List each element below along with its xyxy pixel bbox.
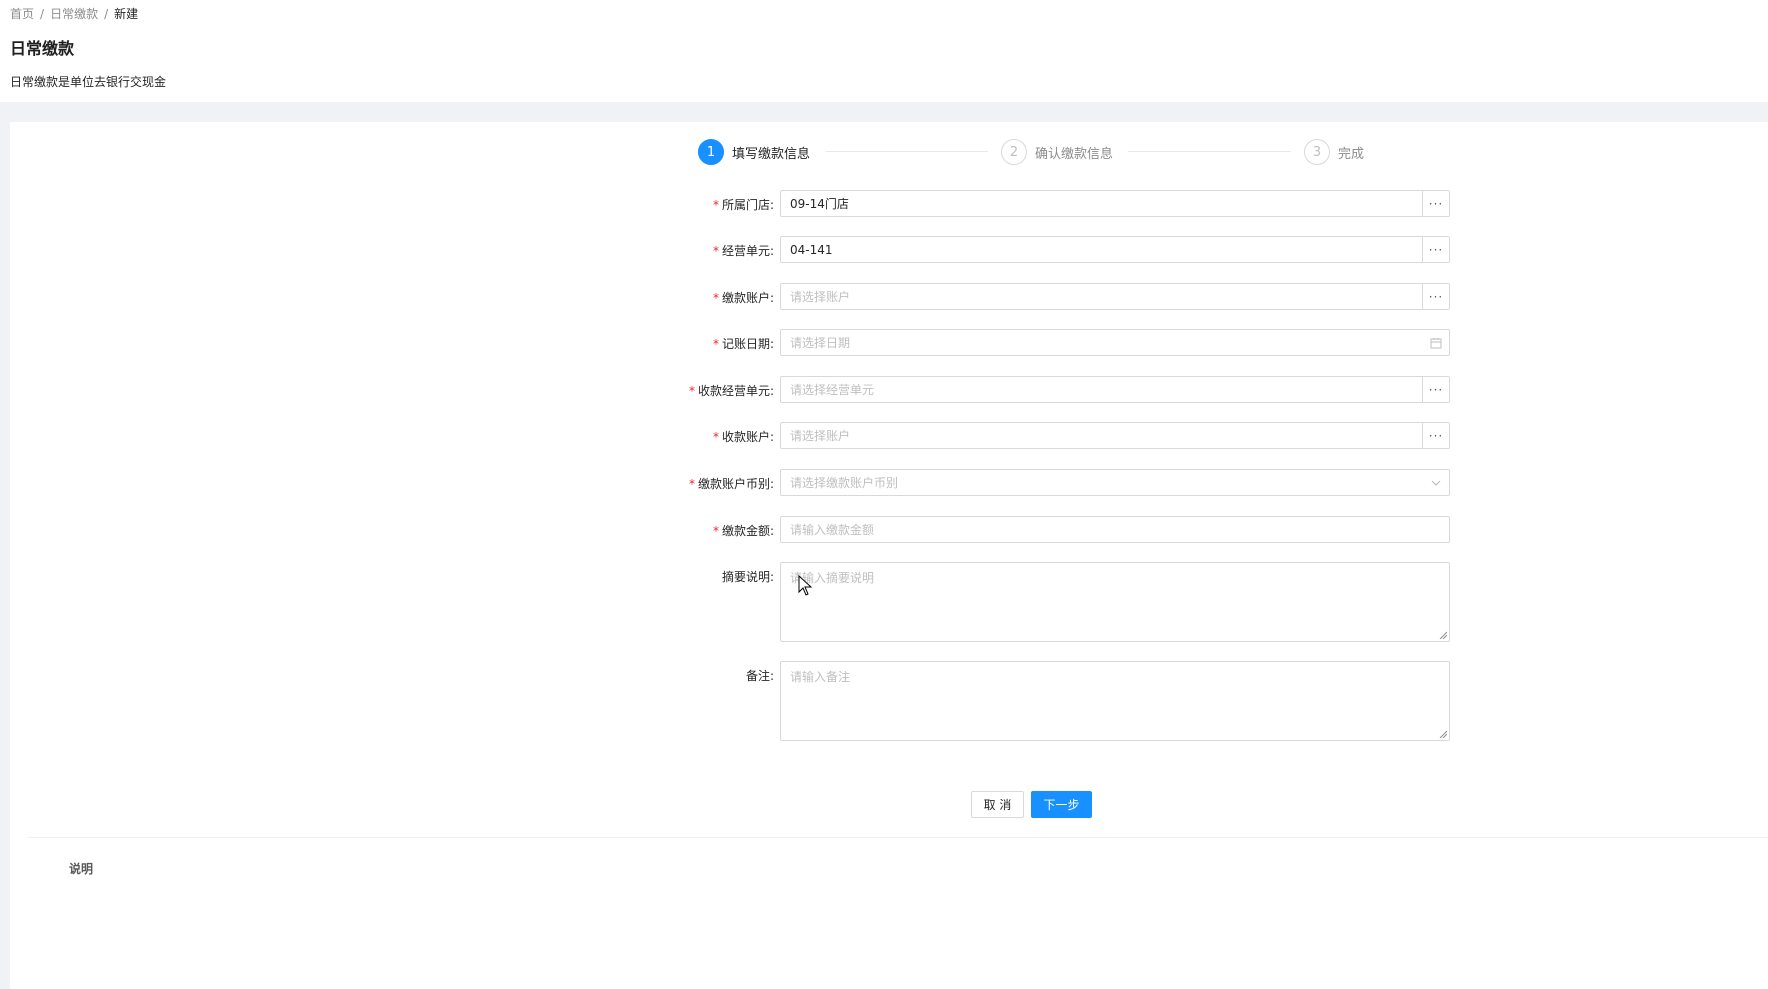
required-mark: * bbox=[688, 384, 695, 398]
currency-label: * 缴款账户币别: bbox=[688, 477, 774, 491]
resize-grip-icon[interactable] bbox=[1439, 730, 1447, 738]
receiving-unit-label: * 收款经营单元: bbox=[688, 384, 774, 398]
payment-account-field[interactable]: 请选择账户 ··· bbox=[780, 283, 1450, 310]
content-gap bbox=[0, 102, 1768, 122]
required-mark: * bbox=[712, 244, 719, 258]
next-step-button[interactable]: 下一步 bbox=[1031, 791, 1092, 818]
page-description: 日常缴款是单位去银行交现金 bbox=[10, 75, 167, 89]
step-3-number: 3 bbox=[1304, 139, 1330, 165]
summary-label: 摘要说明: bbox=[721, 570, 774, 584]
amount-input[interactable]: 请输入缴款金额 bbox=[780, 516, 1450, 543]
posting-date-placeholder: 请选择日期 bbox=[790, 336, 851, 350]
step-3-label: 完成 bbox=[1338, 146, 1365, 162]
store-label: * 所属门店: bbox=[712, 198, 774, 212]
payment-account-select-button[interactable]: ··· bbox=[1422, 284, 1449, 309]
required-mark: * bbox=[712, 430, 719, 444]
business-unit-field[interactable]: 04-141 ··· bbox=[780, 236, 1450, 263]
receiving-unit-select-button[interactable]: ··· bbox=[1422, 377, 1449, 402]
breadcrumb-separator: / bbox=[40, 7, 45, 21]
step-2: 2 确认缴款信息 bbox=[1001, 138, 1113, 166]
step-2-number: 2 bbox=[1001, 139, 1027, 165]
chevron-down-icon[interactable] bbox=[1423, 470, 1449, 495]
required-mark: * bbox=[712, 291, 719, 305]
store-select-button[interactable]: ··· bbox=[1422, 191, 1449, 216]
business-unit-value: 04-141 bbox=[790, 242, 833, 257]
amount-label: * 缴款金额: bbox=[712, 524, 774, 538]
step-2-label: 确认缴款信息 bbox=[1035, 146, 1114, 162]
receiving-account-placeholder: 请选择账户 bbox=[790, 429, 851, 443]
calendar-icon[interactable] bbox=[1423, 330, 1449, 355]
required-mark: * bbox=[688, 477, 695, 491]
breadcrumb-home[interactable]: 首页 bbox=[10, 7, 34, 21]
divider bbox=[28, 837, 1768, 838]
step-3: 3 完成 bbox=[1304, 138, 1364, 166]
business-unit-select-button[interactable]: ··· bbox=[1422, 237, 1449, 262]
page-header: 首页 / 日常缴款 / 新建 日常缴款 日常缴款是单位去银行交现金 bbox=[0, 0, 1768, 102]
required-mark: * bbox=[712, 524, 719, 538]
breadcrumb: 首页 / 日常缴款 / 新建 bbox=[10, 5, 138, 22]
step-connector bbox=[826, 151, 988, 152]
remark-label: 备注: bbox=[745, 669, 774, 683]
breadcrumb-current: 新建 bbox=[114, 7, 139, 21]
store-field[interactable]: 09-14门店 ··· bbox=[780, 190, 1450, 217]
step-1-label: 填写缴款信息 bbox=[732, 146, 811, 162]
receiving-account-select-button[interactable]: ··· bbox=[1422, 423, 1449, 448]
step-1: 1 填写缴款信息 bbox=[698, 138, 810, 166]
payment-account-placeholder: 请选择账户 bbox=[790, 290, 851, 304]
amount-placeholder: 请输入缴款金额 bbox=[790, 523, 875, 537]
section-title-notes: 说明 bbox=[69, 862, 94, 876]
receiving-unit-placeholder: 请选择经营单元 bbox=[790, 383, 875, 397]
breadcrumb-separator: / bbox=[104, 7, 109, 21]
breadcrumb-daily-payment[interactable]: 日常缴款 bbox=[50, 7, 98, 21]
currency-select[interactable]: 请选择缴款账户币别 bbox=[780, 469, 1450, 496]
business-unit-label: * 经营单元: bbox=[712, 244, 774, 258]
cancel-button[interactable]: 取 消 bbox=[971, 791, 1024, 818]
currency-placeholder: 请选择缴款账户币别 bbox=[790, 476, 899, 490]
remark-textarea[interactable]: 请输入备注 bbox=[780, 661, 1450, 741]
page-title: 日常缴款 bbox=[10, 39, 75, 58]
mouse-cursor-icon bbox=[798, 575, 813, 596]
receiving-account-label: * 收款账户: bbox=[712, 430, 774, 444]
required-mark: * bbox=[712, 198, 719, 212]
step-connector bbox=[1128, 151, 1291, 152]
store-value: 09-14门店 bbox=[790, 197, 849, 211]
posting-date-label: * 记账日期: bbox=[712, 337, 774, 351]
posting-date-picker[interactable]: 请选择日期 bbox=[780, 329, 1450, 356]
resize-grip-icon[interactable] bbox=[1439, 631, 1447, 639]
summary-textarea[interactable]: 请输入摘要说明 bbox=[780, 562, 1450, 642]
content-gutter bbox=[0, 122, 10, 989]
required-mark: * bbox=[712, 337, 719, 351]
remark-placeholder: 请输入备注 bbox=[790, 670, 851, 684]
receiving-account-field[interactable]: 请选择账户 ··· bbox=[780, 422, 1450, 449]
payment-account-label: * 缴款账户: bbox=[712, 291, 774, 305]
receiving-unit-field[interactable]: 请选择经营单元 ··· bbox=[780, 376, 1450, 403]
step-1-number: 1 bbox=[698, 139, 724, 165]
